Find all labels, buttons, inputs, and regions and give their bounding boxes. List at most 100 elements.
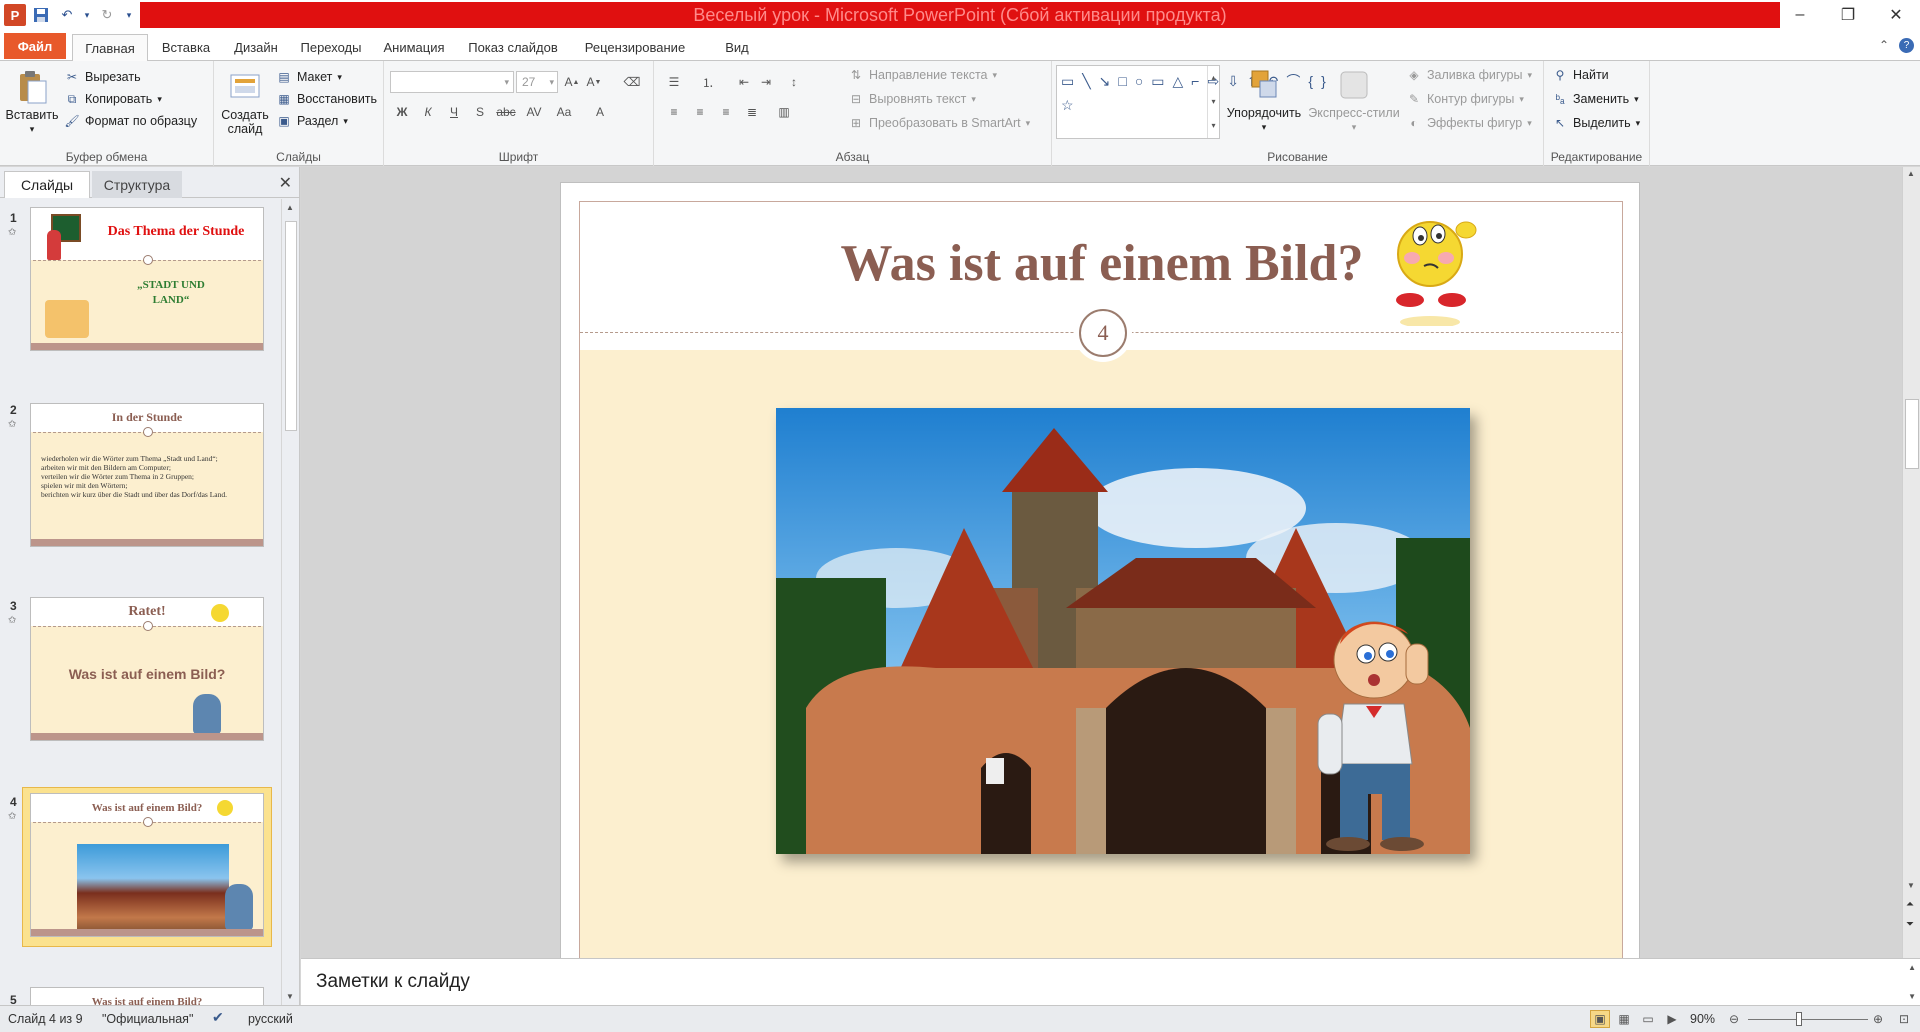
undo-dropdown-icon[interactable]: ▾ (82, 4, 92, 26)
language-indicator[interactable]: русский (248, 1012, 293, 1026)
zoom-slider-thumb[interactable] (1796, 1012, 1802, 1026)
thinking-smiley-icon[interactable] (1386, 214, 1482, 326)
grow-font-icon[interactable]: A ▲ (562, 72, 582, 92)
select-button[interactable]: ↖ Выделить ▾ (1552, 115, 1640, 131)
scroll-up-icon[interactable]: ▲ (1907, 169, 1915, 178)
slides-panel-scrollbar[interactable]: ▲ ▼ (281, 199, 299, 1005)
new-slide-button[interactable]: Создать слайд (218, 69, 272, 136)
shrink-font-icon[interactable]: A ▼ (584, 72, 604, 92)
scrollbar-thumb[interactable] (1905, 399, 1919, 469)
font-name-dropdown[interactable]: ▾ (390, 71, 514, 93)
slide-canvas[interactable]: Was ist auf einem Bild? 4 (560, 182, 1640, 982)
columns-icon[interactable]: ▥ (774, 102, 794, 122)
underline-icon[interactable]: Ч (444, 102, 464, 122)
previous-slide-icon[interactable]: ⏶ (1906, 899, 1914, 910)
slide-thumbnail-5[interactable]: Was ist auf einem Bild? (30, 987, 264, 1005)
paste-dropdown-icon[interactable]: ▾ (30, 122, 35, 136)
fit-to-window-icon[interactable]: ⊡ (1894, 1010, 1914, 1028)
notes-scroll-up-icon[interactable]: ▲ (1908, 963, 1916, 972)
copy-button[interactable]: ⧉ Копировать ▾ (64, 91, 162, 107)
tab-review[interactable]: Рецензирование (572, 34, 698, 61)
justify-icon[interactable]: ≣ (742, 102, 762, 122)
shapes-gallery[interactable]: ▭╲↘□○▭△⌐⇨⇩⇧↶⌒{}☆ ▴ ▾ ▾ (1056, 65, 1326, 139)
tab-file[interactable]: Файл (4, 33, 66, 59)
shape-outline-button[interactable]: ✎ Контур фигуры ▾ (1406, 91, 1524, 107)
replace-button[interactable]: ᵇₐ Заменить ▾ (1552, 91, 1639, 107)
thinking-boy-icon[interactable] (1304, 614, 1444, 854)
scrollbar-thumb[interactable] (285, 221, 297, 431)
change-case-icon[interactable]: Aa (554, 102, 574, 122)
shadow-icon[interactable]: S (470, 102, 490, 122)
font-size-dropdown[interactable]: 27 ▾ (516, 71, 558, 93)
save-icon[interactable] (30, 4, 52, 26)
help-icon[interactable]: ? (1899, 38, 1914, 53)
line-spacing-icon[interactable]: ↕ (784, 72, 804, 92)
italic-icon[interactable]: К (418, 102, 438, 122)
restore-icon[interactable]: ❐ (1824, 0, 1872, 30)
tab-slides[interactable]: Слайды (4, 171, 90, 198)
slide-thumbnail-1[interactable]: Das Thema der Stunde „STADT UND LAND“ (30, 207, 264, 351)
zoom-in-icon[interactable]: ⊕ (1868, 1010, 1888, 1028)
align-center-icon[interactable]: ≡ (690, 102, 710, 122)
format-painter-button[interactable]: 🖌 Формат по образцу (64, 113, 197, 129)
slide-thumbnail-4[interactable]: Was ist auf einem Bild? (30, 793, 264, 937)
cut-button[interactable]: ✂ Вырезать (64, 69, 141, 85)
normal-view-icon[interactable]: ▣ (1590, 1010, 1610, 1028)
align-text-button[interactable]: ⊟ Выровнять текст ▾ (848, 91, 976, 107)
decrease-indent-icon[interactable]: ⇤ (734, 72, 754, 92)
notes-placeholder[interactable]: Заметки к слайду (316, 971, 470, 993)
tab-animation[interactable]: Анимация (374, 34, 454, 61)
slide-thumbnail-2[interactable]: In der Stunde wiederholen wir die Wörter… (30, 403, 264, 547)
shapes-gallery-scroll-icon[interactable]: ▴ ▾ ▾ (1207, 66, 1219, 138)
numbering-icon[interactable]: ⒈ (698, 72, 718, 92)
close-icon[interactable]: ✕ (1872, 0, 1920, 30)
smartart-button[interactable]: ⊞ Преобразовать в SmartArt ▾ (848, 115, 1030, 131)
slide-sorter-icon[interactable]: ▦ (1614, 1010, 1634, 1028)
find-button[interactable]: ⚲ Найти (1552, 67, 1609, 83)
minimize-ribbon-icon[interactable]: ⌃ (1879, 38, 1889, 53)
layout-button[interactable]: ▤ Макет ▾ (276, 69, 342, 85)
bullets-icon[interactable]: ☰ (664, 72, 684, 92)
shape-fill-button[interactable]: ◈ Заливка фигуры ▾ (1406, 67, 1532, 83)
close-panel-icon[interactable]: ✕ (279, 173, 292, 193)
align-right-icon[interactable]: ≡ (716, 102, 736, 122)
tab-transitions[interactable]: Переходы (292, 34, 370, 61)
paste-button[interactable]: Вставить ▾ (4, 69, 60, 136)
notes-pane[interactable]: Заметки к слайду ▲ ▼ (301, 958, 1920, 1005)
bold-icon[interactable]: Ж (392, 102, 412, 122)
font-color-icon[interactable]: A (590, 102, 610, 122)
shape-effects-button[interactable]: ◐ Эффекты фигур ▾ (1406, 115, 1531, 131)
slideshow-icon[interactable]: ▶ (1662, 1010, 1682, 1028)
align-left-icon[interactable]: ≡ (664, 102, 684, 122)
tab-home[interactable]: Главная (72, 34, 148, 62)
slide-thumbnail-3[interactable]: Ratet! Was ist auf einem Bild? (30, 597, 264, 741)
tab-insert[interactable]: Вставка (152, 34, 220, 61)
customize-qat-icon[interactable]: ▾ (122, 4, 136, 26)
increase-indent-icon[interactable]: ⇥ (756, 72, 776, 92)
strikethrough-icon[interactable]: abc (496, 102, 516, 122)
reset-button[interactable]: ▦ Восстановить (276, 91, 377, 107)
tab-outline[interactable]: Структура (92, 171, 182, 198)
clear-formatting-icon[interactable]: ⌫ (622, 72, 642, 92)
next-slide-icon[interactable]: ⏷ (1906, 919, 1914, 930)
editor-scrollbar[interactable]: ▲ ▼ ⏶ ⏷ (1902, 167, 1920, 958)
zoom-level[interactable]: 90% (1690, 1012, 1715, 1026)
quick-styles-button[interactable]: Экспресс-стили ▾ (1308, 67, 1400, 134)
section-button[interactable]: ▣ Раздел ▾ (276, 113, 348, 129)
undo-icon[interactable]: ↶ (56, 4, 78, 26)
redo-icon[interactable]: ↻ (96, 4, 118, 26)
scroll-down-icon[interactable]: ▼ (286, 992, 294, 1001)
zoom-slider[interactable] (1748, 1019, 1868, 1020)
tab-view[interactable]: Вид (702, 34, 772, 61)
char-spacing-icon[interactable]: AV (524, 102, 544, 122)
scroll-down-icon[interactable]: ▼ (1907, 881, 1915, 890)
text-direction-button[interactable]: ⇅ Направление текста ▾ (848, 67, 997, 83)
minimize-icon[interactable]: – (1776, 0, 1824, 30)
notes-scroll-down-icon[interactable]: ▼ (1908, 992, 1916, 1001)
scroll-up-icon[interactable]: ▲ (286, 203, 294, 212)
reading-view-icon[interactable]: ▭ (1638, 1010, 1658, 1028)
spell-check-icon[interactable]: ✔ (212, 1009, 224, 1026)
tab-slideshow[interactable]: Показ слайдов (458, 34, 568, 61)
tab-design[interactable]: Дизайн (224, 34, 288, 61)
zoom-out-icon[interactable]: ⊖ (1724, 1010, 1744, 1028)
